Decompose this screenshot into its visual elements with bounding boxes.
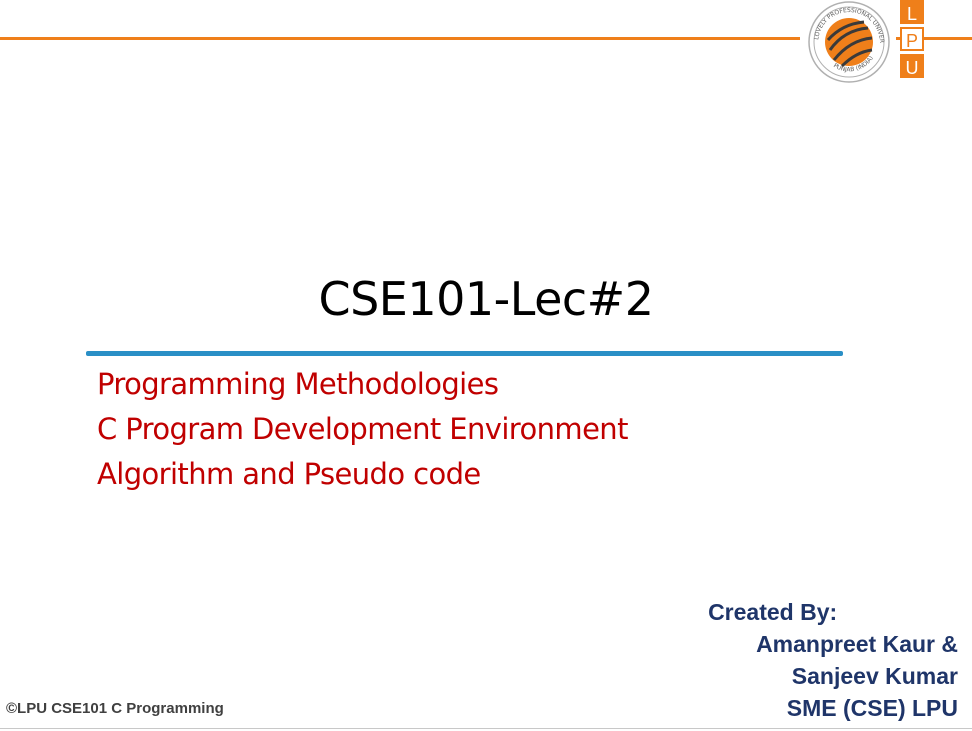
authors-line-2: Sanjeev Kumar: [791, 663, 958, 689]
logo-letter-p: P: [900, 27, 924, 51]
university-seal-logo: LOVELY PROFESSIONAL UNIVERSITY PUNJAB (I…: [800, 0, 896, 86]
affiliation: SME (CSE) LPU: [786, 695, 958, 721]
topic-item: Algorithm and Pseudo code: [97, 457, 481, 491]
footer-rule: [0, 728, 972, 729]
topic-list: Programming Methodologies C Program Deve…: [97, 362, 628, 497]
logo-letter-l: L: [900, 0, 924, 24]
credits-block: Created By: Amanpreet Kaur & Sanjeev Kum…: [708, 596, 958, 724]
lpu-logo: L P U: [900, 0, 928, 81]
title-underline: [86, 351, 843, 356]
credits-label: Created By:: [708, 599, 838, 625]
authors-line-1: Amanpreet Kaur &: [756, 631, 958, 657]
seal-icon: LOVELY PROFESSIONAL UNIVERSITY PUNJAB (I…: [804, 0, 890, 83]
slide-title: CSE101-Lec#2: [318, 272, 654, 326]
footer-copyright: ©LPU CSE101 C Programming: [6, 700, 224, 717]
topic-item: C Program Development Environment: [97, 412, 628, 446]
topic-item: Programming Methodologies: [97, 367, 499, 401]
logo-letter-u: U: [900, 54, 924, 78]
